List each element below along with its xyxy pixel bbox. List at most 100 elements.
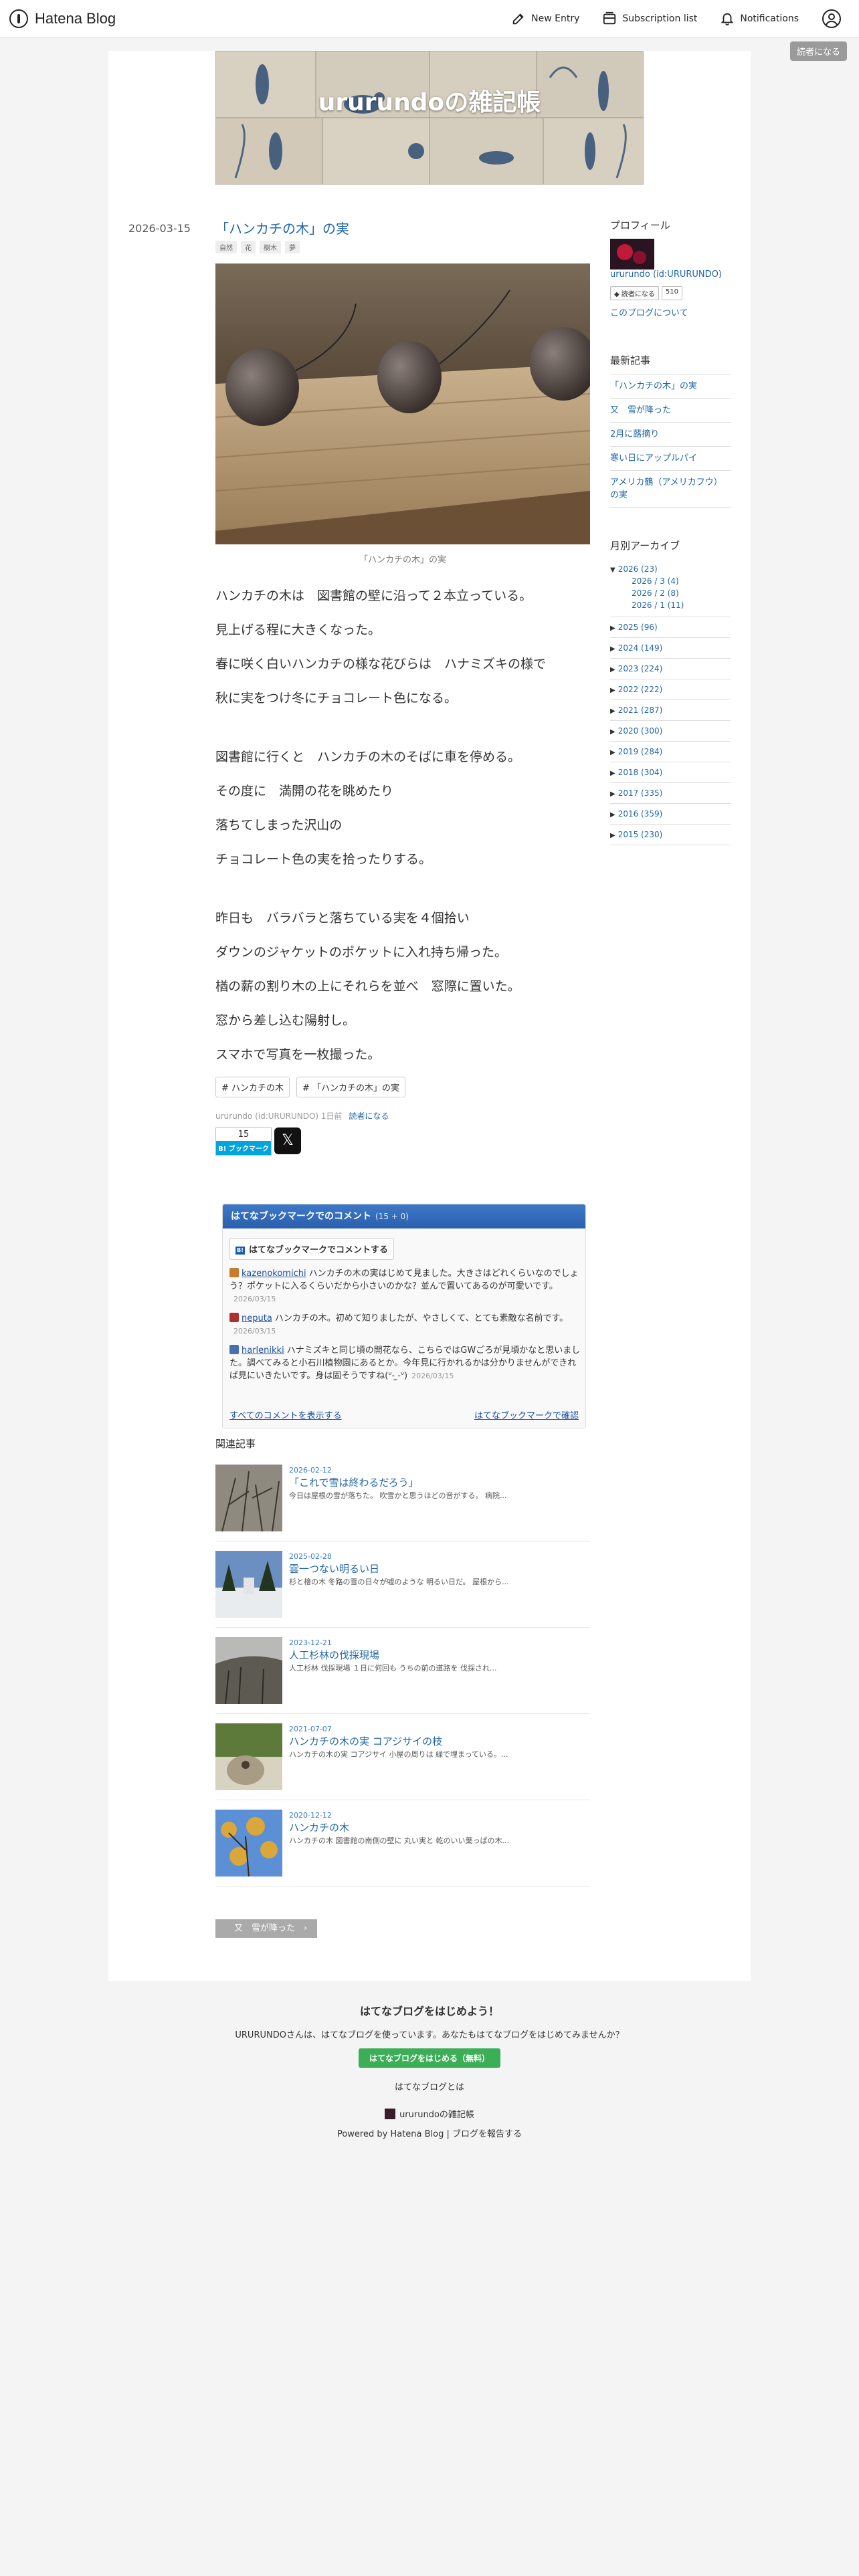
subscribe-float-button[interactable]: 読者になる [789,41,847,61]
archive-month[interactable]: 2026 / 3 (4) [610,575,731,587]
archive-month[interactable]: 2026 / 1 (11) [610,599,731,617]
archive-year[interactable]: ▶ 2024 (149) [610,638,731,659]
recent-item[interactable]: 「ハンカチの木」の実 [610,374,731,399]
prev-entry-button[interactable]: 又 雪が降った › [215,1919,317,1938]
x-share-button[interactable]: 𝕏 [274,1128,301,1154]
subscriber-count[interactable]: 510 [661,286,682,300]
header-tile-pattern [215,51,644,185]
archive-year[interactable]: ▶ 2019 (284) [610,742,731,762]
archive-year[interactable]: ▶ 2022 (222) [610,679,731,700]
archive-year-open[interactable]: ▼ 2026 (23) [610,559,731,575]
about-blog-link[interactable]: このブログについて [610,306,731,318]
subscription-list-button[interactable]: Subscription list [602,11,697,26]
archive-year[interactable]: ▶ 2025 (96) [610,617,731,638]
confirm-on-hatena-link[interactable]: はてなブックマークで確認 [474,1408,579,1421]
caret-right-icon: ▶ [610,770,615,777]
archive-year[interactable]: ▶ 2015 (230) [610,825,731,845]
blog-title[interactable]: ururundoの雑記帳 [215,83,644,118]
tag-link[interactable]: # 「ハンカチの木」の実 [296,1077,406,1097]
archive-year[interactable]: ▶ 2018 (304) [610,762,731,783]
footer-heading: はてなブログをはじめよう！ [359,2005,499,2018]
subscribe-link[interactable]: 読者になる [349,1111,389,1121]
related-thumbnail[interactable] [215,1810,282,1876]
blog-header[interactable]: ururundoの雑記帳 [215,51,644,185]
body-line: 落ちてしまった沢山の [215,818,343,833]
archive-year[interactable]: ▶ 2017 (335) [610,783,731,804]
related-item[interactable]: 2023-12-21 人工杉林の伐採現場 人工杉林 伐採現場 １日に何回も うち… [215,1628,590,1714]
related-thumbnail[interactable] [215,1637,282,1704]
body-line: 昨日も バラバラと落ちている実を４個拾い [215,911,470,926]
archive-list: ▼ 2026 (23) 2026 / 3 (4) 2026 / 2 (8) 202… [610,559,731,845]
recent-heading: 最新記事 [610,354,651,366]
bookmark-count: 15 [216,1128,271,1141]
bookmark-comment-button[interactable]: B! はてなブックマークでコメントする [229,1238,395,1260]
header-nav: New Entry Subscription list Notification… [511,0,859,37]
blog-avatar-icon [385,2108,396,2119]
recent-item[interactable]: 寒い日にアップルパイ [610,447,731,471]
commenter-avatar[interactable] [229,1313,239,1322]
subscribe-button[interactable]: ◆ 読者になる [610,286,659,300]
category-link[interactable]: 花 [241,241,256,253]
caret-down-icon: ▼ [610,566,615,574]
related-list: 2026-02-12 「これで雪は終わるだろう」 今日は屋根の雪が落ちた。 吹雪… [215,1455,590,1887]
what-is-hatena-link[interactable]: はてなブログとは [0,2080,859,2092]
related-thumbnail[interactable] [215,1465,282,1531]
related-item[interactable]: 2020-12-12 ハンカチの木 ハンカチの木 図書館の南側の壁に 丸い実と … [215,1800,590,1887]
archive-heading: 月別アーカイブ [610,540,680,552]
main-container: ururundoの雑記帳 2026-03-15 「ハンカチの木」の実 自然 花 … [108,51,751,1981]
related-thumbnail[interactable] [215,1723,282,1790]
brand-name: Hatena Blog [35,10,116,27]
start-blog-button[interactable]: はてなブログをはじめる（無料） [358,2048,500,2068]
tag-link[interactable]: # ハンカチの木 [215,1077,290,1097]
category-link[interactable]: 樹木 [260,241,281,253]
subscribe-row: ◆ 読者になる 510 [610,286,731,300]
commenter-link[interactable]: neputa [242,1313,272,1323]
body-line: 窓から差し込む陽射し。 [215,1013,356,1028]
archive-year[interactable]: ▶ 2023 (224) [610,659,731,679]
author-line[interactable]: ururundo (id:URURUNDO) 1日前 [215,1111,343,1121]
bookmark-comment: kazenokomichi ハンカチの木の実はじめて見ました。大きさはどれくらいな… [229,1268,579,1303]
entry-date[interactable]: 2026-03-15 [128,222,191,235]
sidebar: プロフィール ururundo (id:URURUNDO) ◆ 読者になる 51… [610,218,731,845]
recent-list: 「ハンカチの木」の実 又 雪が降った 2月に蕗摘り 寒い日にアップルパイ アメリ… [610,374,731,508]
caret-right-icon: ▶ [610,645,615,653]
archive-year[interactable]: ▶ 2020 (300) [610,721,731,742]
recent-item[interactable]: 2月に蕗摘り [610,423,731,447]
commenter-link[interactable]: kazenokomichi [242,1269,306,1279]
entry-photo[interactable] [215,263,590,544]
hatena-logo-icon [9,9,28,28]
commenter-avatar[interactable] [229,1345,239,1354]
recent-item[interactable]: 又 雪が降った [610,399,731,423]
related-item[interactable]: 2021-07-07 ハンカチの木の実 コアジサイの枝 ハンカチの木の実 コアジ… [215,1714,590,1800]
profile-name-link[interactable]: ururundo (id:URURUNDO) [610,270,722,280]
archive-year[interactable]: ▶ 2016 (359) [610,804,731,825]
body-line: ダウンのジャケットのポケットに入れ持ち帰った。 [215,945,508,960]
body-line: その度に 満開の花を眺めたり [215,784,394,798]
caret-right-icon: ▶ [610,790,615,798]
profile-image[interactable] [610,239,654,270]
footer-blog-link[interactable]: ururundoの雑記帳 [0,2107,859,2120]
related-thumbnail[interactable] [215,1551,282,1618]
user-icon[interactable] [822,9,842,29]
new-entry-button[interactable]: New Entry [511,11,579,26]
subscription-list-label: Subscription list [622,13,698,24]
commenter-link[interactable]: harlenikki [242,1346,284,1356]
brand-link[interactable]: Hatena Blog [9,9,116,28]
entry-title[interactable]: 「ハンカチの木」の実 [215,218,349,237]
body-line: ハンカチの木は 図書館の壁に沿って２本立っている。 [215,588,533,603]
archive-year[interactable]: ▶ 2021 (287) [610,700,731,721]
related-item[interactable]: 2025-02-28 雲一つない明るい日 杉と檜の木 冬路の雪の日々が嘘のような… [215,1541,590,1628]
related-item[interactable]: 2026-02-12 「これで雪は終わるだろう」 今日は屋根の雪が落ちた。 吹雪… [215,1455,590,1541]
category-link[interactable]: 自然 [215,241,237,253]
show-all-comments-link[interactable]: すべてのコメントを表示する [229,1411,342,1421]
notifications-button[interactable]: Notifications [720,11,799,26]
hatena-bookmark-button[interactable]: 15 B! ブックマーク [215,1128,272,1156]
archive-month[interactable]: 2026 / 2 (8) [610,587,731,599]
category-link[interactable]: 夢 [285,241,300,253]
powered-by[interactable]: Powered by Hatena Blog | ブログを報告する [0,2127,859,2139]
recent-item[interactable]: アメリカ鶴（アメリカフウ）の実 [610,471,731,508]
bookmark-comments-box: はてなブックマークでのコメント (15 + 0) B! はてなブックマークでコメント… [222,1204,586,1428]
commenter-avatar[interactable] [229,1268,239,1277]
body-line: 春に咲く白いハンカチの様な花びらは ハナミズキの様で [215,657,547,671]
body-line: スマホで写真を一枚撮った。 [215,1047,381,1062]
